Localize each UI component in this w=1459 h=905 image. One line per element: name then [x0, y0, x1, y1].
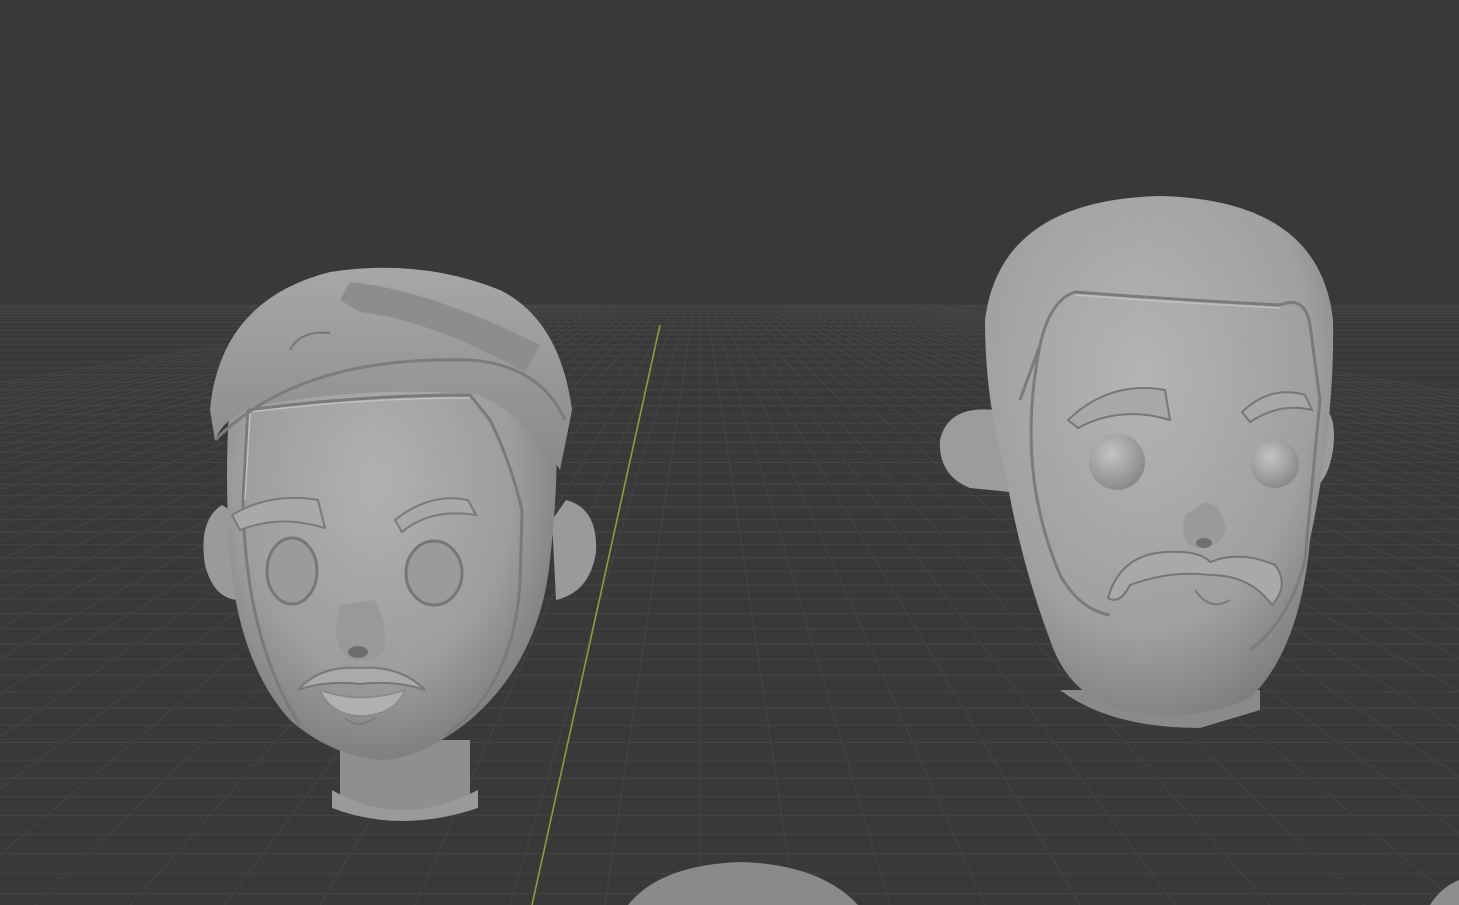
head-with-cap[interactable] [203, 267, 597, 821]
viewport-canvas[interactable] [0, 0, 1459, 905]
3d-viewport[interactable] [0, 0, 1459, 905]
bald-head[interactable] [939, 196, 1334, 728]
partial-head-bottom[interactable] [628, 862, 1459, 905]
